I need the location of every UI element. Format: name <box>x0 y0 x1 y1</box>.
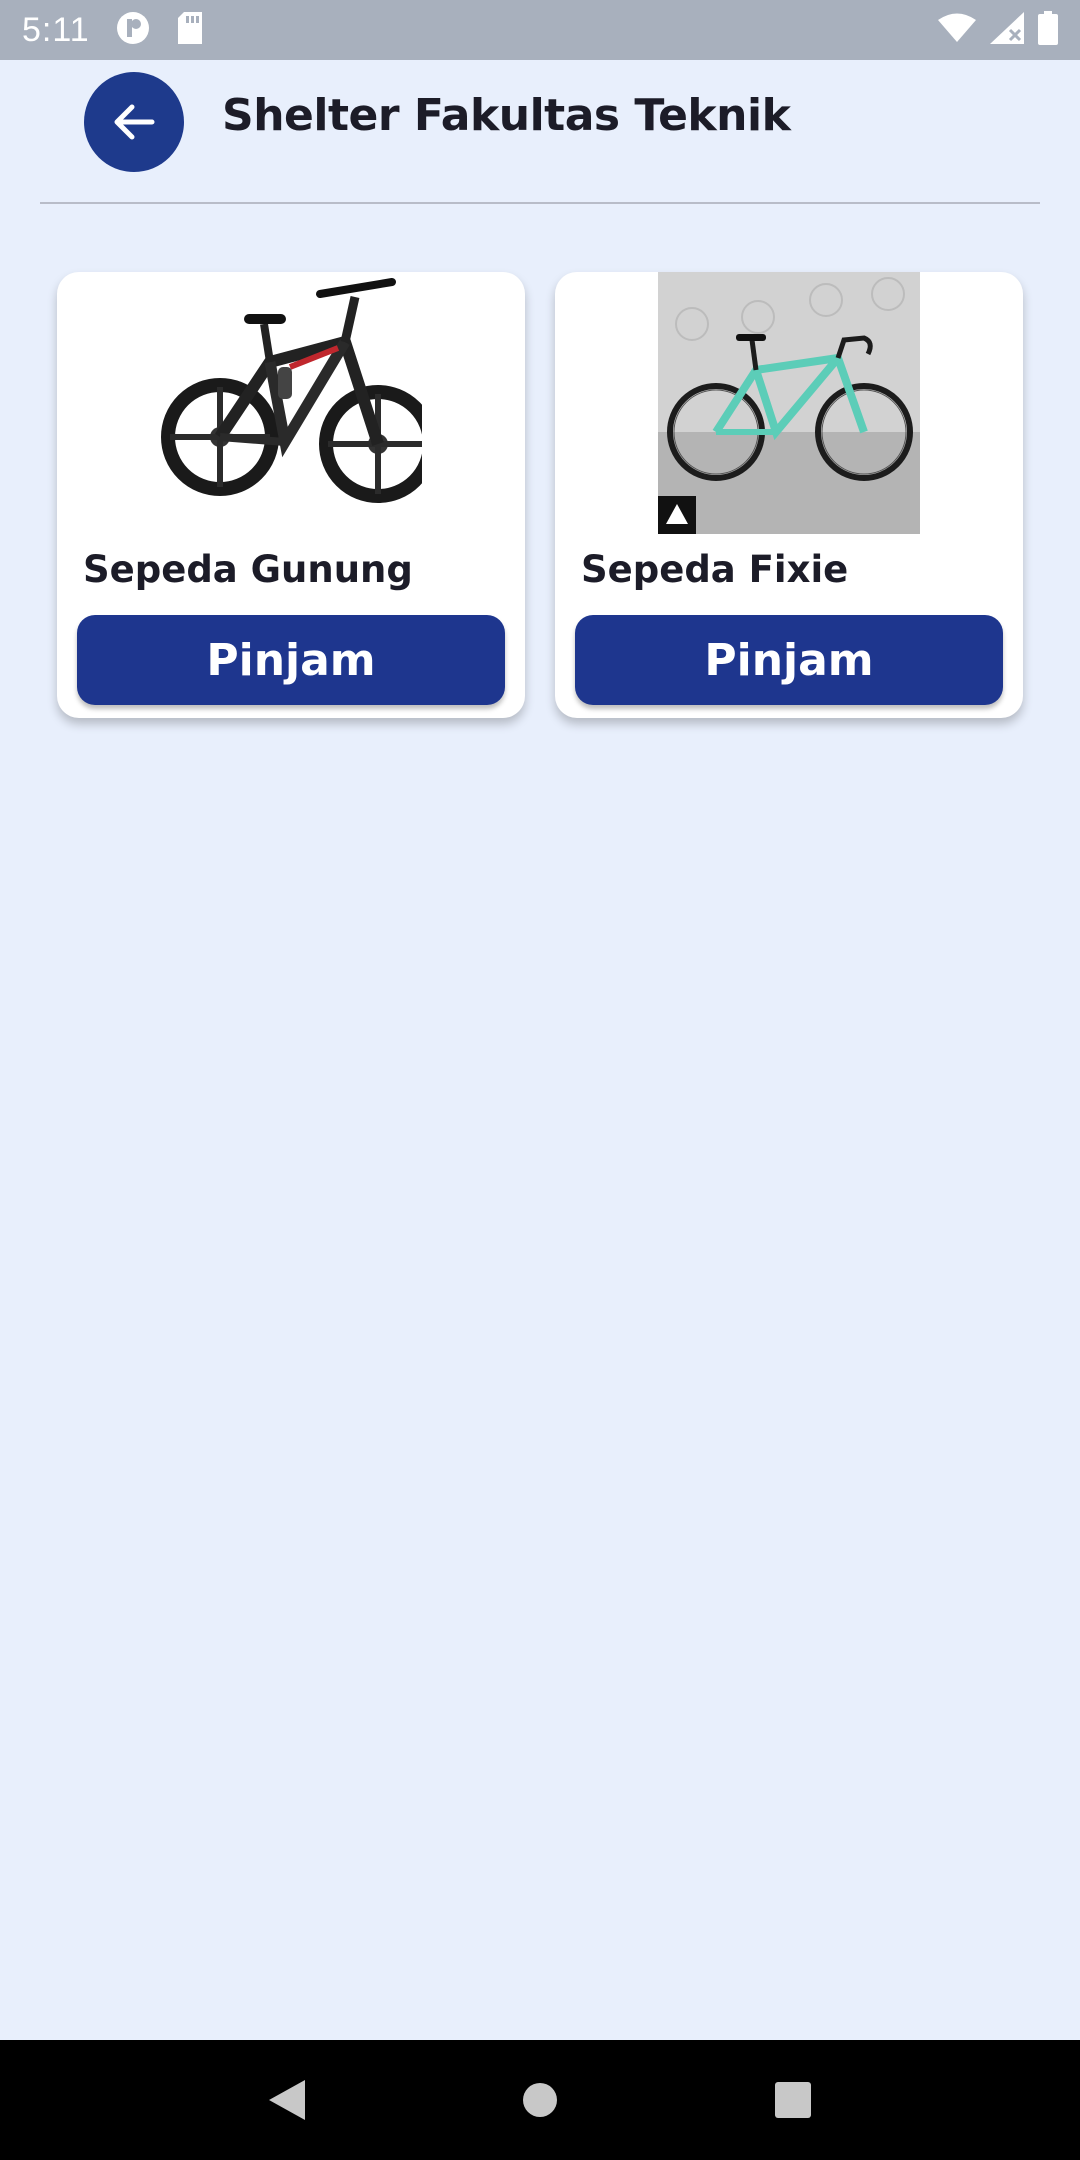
status-right <box>938 11 1058 49</box>
arrow-left-icon <box>114 104 155 140</box>
app-notification-icon <box>116 11 150 49</box>
fixie-bike-photo <box>555 272 1023 534</box>
battery-icon <box>1038 11 1058 49</box>
signal-icon <box>990 12 1024 48</box>
status-bar: 5:11 <box>0 0 1080 60</box>
nav-back-button[interactable] <box>257 2070 317 2130</box>
pinjam-button-gunung[interactable]: Pinjam <box>77 615 505 705</box>
system-nav-bar <box>0 2040 1080 2160</box>
status-left: 5:11 <box>22 11 204 50</box>
bike-name: Sepeda Gunung <box>83 548 413 591</box>
home-circle-icon <box>522 2083 557 2117</box>
back-button[interactable] <box>84 72 184 172</box>
app-header: Shelter Fakultas Teknik <box>0 60 1080 204</box>
page-title: Shelter Fakultas Teknik <box>222 90 791 141</box>
bike-card-fixie: Sepeda Fixie Pinjam <box>555 272 1023 718</box>
nav-home-button[interactable] <box>510 2070 570 2130</box>
fixie-photo-background <box>658 272 920 534</box>
pinjam-button-fixie[interactable]: Pinjam <box>575 615 1003 705</box>
mountain-bike-photo <box>57 272 525 534</box>
bike-name: Sepeda Fixie <box>581 548 849 591</box>
sd-card-icon <box>176 12 204 48</box>
status-time: 5:11 <box>22 10 90 49</box>
bike-card-gunung: Sepeda Gunung Pinjam <box>57 272 525 718</box>
recents-square-icon <box>775 2082 812 2118</box>
wifi-icon <box>938 13 976 47</box>
back-triangle-icon <box>268 2080 305 2120</box>
nav-recents-button[interactable] <box>763 2070 823 2130</box>
header-divider <box>40 202 1040 204</box>
